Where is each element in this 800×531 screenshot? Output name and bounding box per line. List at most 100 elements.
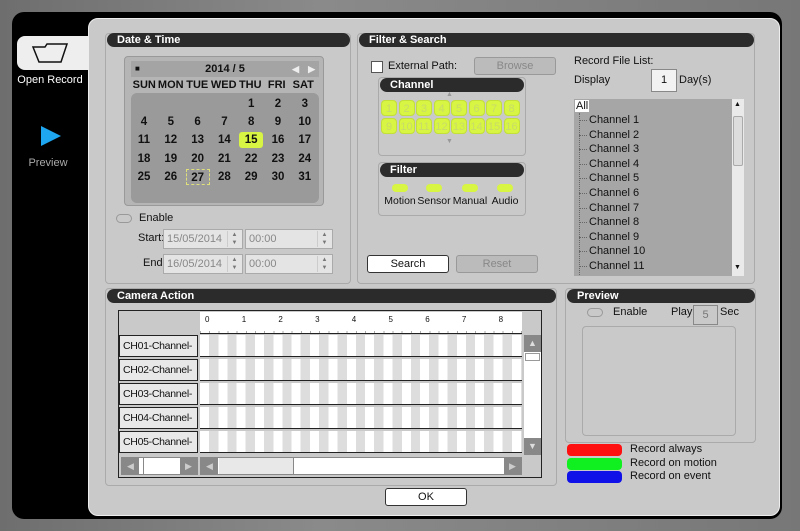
calendar-menu-icon[interactable]: ■ bbox=[135, 61, 140, 77]
calendar-day[interactable]: 2 bbox=[266, 96, 290, 112]
record-file-tree[interactable]: All Channel 1 Channel 2 Channel 3 Channel 4… bbox=[574, 99, 744, 276]
filter-toggle[interactable] bbox=[392, 184, 408, 192]
channel-button[interactable]: 8 bbox=[503, 100, 520, 116]
filter-toggle[interactable] bbox=[426, 184, 442, 192]
sidebar-item-preview[interactable]: Preview bbox=[10, 157, 86, 169]
next-month-icon[interactable]: ▶ bbox=[308, 61, 315, 77]
calendar-day[interactable]: 26 bbox=[159, 169, 183, 185]
tree-item[interactable]: Channel 10 bbox=[578, 245, 645, 257]
channel-button[interactable]: 6 bbox=[468, 100, 485, 116]
channel-timeline-row[interactable] bbox=[200, 383, 522, 405]
channel-button[interactable]: 16 bbox=[503, 118, 520, 134]
calendar-day[interactable]: 6 bbox=[186, 114, 210, 130]
channel-button[interactable]: 1 bbox=[381, 100, 397, 116]
start-date-field[interactable]: 15/05/2014 ▲ ▼ bbox=[163, 229, 243, 249]
end-time-field[interactable]: 00:00 ▲ ▼ bbox=[245, 254, 333, 274]
calendar-day[interactable]: 14 bbox=[212, 132, 236, 148]
end-time-spinner[interactable]: ▲ ▼ bbox=[317, 256, 331, 272]
grid-scroll-down-icon[interactable]: ▼ bbox=[524, 438, 541, 455]
channel-up-icon[interactable]: ▲ bbox=[446, 91, 453, 98]
tree-item[interactable]: Channel 7 bbox=[578, 202, 639, 214]
channel-button[interactable]: 13 bbox=[451, 118, 467, 134]
calendar-day-selected[interactable]: 15 bbox=[239, 132, 264, 149]
calendar-day[interactable]: 28 bbox=[212, 169, 236, 185]
grid-scroll-left-icon[interactable]: ◀ bbox=[201, 458, 218, 474]
play-seconds-input[interactable]: 5 bbox=[693, 305, 718, 325]
filter-sensor[interactable]: Sensor bbox=[417, 184, 451, 207]
calendar-day[interactable]: 30 bbox=[266, 169, 290, 185]
calendar-day[interactable]: 16 bbox=[266, 132, 290, 148]
start-time-spinner[interactable]: ▲ ▼ bbox=[317, 231, 331, 247]
channel-button[interactable]: 7 bbox=[486, 100, 502, 116]
calendar-day[interactable]: 18 bbox=[132, 151, 156, 167]
channel-button[interactable]: 10 bbox=[398, 118, 415, 134]
grid-vscroll-thumb[interactable] bbox=[525, 353, 540, 361]
calendar-day[interactable]: 19 bbox=[159, 151, 183, 167]
calendar-day[interactable]: 22 bbox=[239, 151, 263, 167]
browse-button[interactable]: Browse bbox=[474, 57, 556, 75]
calendar-day[interactable]: 1 bbox=[239, 96, 263, 112]
channel-button[interactable]: 11 bbox=[416, 118, 432, 134]
calendar-day[interactable]: 11 bbox=[132, 132, 156, 148]
tree-item[interactable]: Channel 6 bbox=[578, 187, 639, 199]
calendar-day[interactable]: 7 bbox=[212, 114, 236, 130]
tree-item[interactable]: Channel 2 bbox=[578, 129, 639, 141]
channel-button[interactable]: 15 bbox=[486, 118, 502, 134]
preview-enable-toggle[interactable] bbox=[587, 308, 603, 317]
calendar-day[interactable]: 25 bbox=[132, 169, 156, 185]
end-date-field[interactable]: 16/05/2014 ▲ ▼ bbox=[163, 254, 243, 274]
calendar-day[interactable]: 12 bbox=[159, 132, 183, 148]
calendar-day[interactable]: 10 bbox=[293, 114, 317, 130]
filter-toggle[interactable] bbox=[462, 184, 478, 192]
channel-button[interactable]: 2 bbox=[398, 100, 415, 116]
channel-button[interactable]: 12 bbox=[433, 118, 450, 134]
filter-manual[interactable]: Manual bbox=[453, 184, 487, 207]
scroll-down-icon[interactable]: ▼ bbox=[734, 264, 741, 271]
tree-item[interactable]: Channel 5 bbox=[578, 172, 639, 184]
calendar-day[interactable]: 24 bbox=[293, 151, 317, 167]
tree-item[interactable]: Channel 8 bbox=[578, 216, 639, 228]
tree-item[interactable]: Channel 9 bbox=[578, 231, 639, 243]
grid-hscrollbar[interactable]: ◀ ▶ bbox=[200, 457, 522, 475]
filter-toggle[interactable] bbox=[497, 184, 513, 192]
filter-audio[interactable]: Audio bbox=[489, 184, 521, 207]
calendar-day[interactable]: 17 bbox=[293, 132, 317, 148]
channel-button[interactable]: 14 bbox=[468, 118, 485, 134]
channel-button[interactable]: 4 bbox=[433, 100, 450, 116]
play-icon[interactable] bbox=[40, 126, 62, 146]
channel-button[interactable]: 9 bbox=[381, 118, 397, 134]
channel-timeline-row[interactable] bbox=[200, 335, 522, 357]
tree-scroll-thumb[interactable] bbox=[733, 116, 743, 166]
channel-timeline-row[interactable] bbox=[200, 359, 522, 381]
calendar-day[interactable]: 27 bbox=[185, 168, 210, 185]
channel-down-icon[interactable]: ▼ bbox=[446, 138, 453, 145]
tree-scrollbar[interactable]: ▲ ▼ bbox=[732, 99, 744, 276]
grid-hscroll-thumb[interactable] bbox=[219, 458, 294, 474]
tree-item[interactable]: Channel 3 bbox=[578, 143, 639, 155]
calendar-day[interactable]: 9 bbox=[266, 114, 290, 130]
calendar-day[interactable]: 29 bbox=[239, 169, 263, 185]
start-time-field[interactable]: 00:00 ▲ ▼ bbox=[245, 229, 333, 249]
grid-scroll-up-icon[interactable]: ▲ bbox=[524, 335, 541, 352]
grid-scroll-right-icon[interactable]: ▶ bbox=[504, 458, 521, 474]
tree-item[interactable]: Channel 1 bbox=[578, 114, 639, 126]
grid-vscrollbar[interactable]: ▲ ▼ bbox=[524, 335, 541, 455]
label-scroll-right-icon[interactable]: ▶ bbox=[180, 458, 197, 474]
channel-button[interactable]: 5 bbox=[451, 100, 467, 116]
reset-button[interactable]: Reset bbox=[456, 255, 538, 273]
search-button[interactable]: Search bbox=[367, 255, 449, 273]
date-enable-toggle[interactable] bbox=[116, 214, 132, 223]
channel-button[interactable]: 3 bbox=[416, 100, 432, 116]
tree-root-all[interactable]: All bbox=[575, 100, 590, 112]
calendar-day[interactable]: 20 bbox=[186, 151, 210, 167]
calendar-day[interactable]: 4 bbox=[132, 114, 156, 130]
sidebar-item-open-record[interactable] bbox=[17, 36, 90, 70]
calendar-day[interactable]: 23 bbox=[266, 151, 290, 167]
filter-motion[interactable]: Motion bbox=[384, 184, 416, 207]
channel-timeline-row[interactable] bbox=[200, 431, 522, 453]
display-days-input[interactable]: 1 bbox=[651, 69, 677, 92]
channel-timeline-row[interactable] bbox=[200, 407, 522, 429]
calendar-day[interactable]: 13 bbox=[186, 132, 210, 148]
tree-item[interactable]: Channel 4 bbox=[578, 158, 639, 170]
calendar-day[interactable]: 31 bbox=[293, 169, 317, 185]
